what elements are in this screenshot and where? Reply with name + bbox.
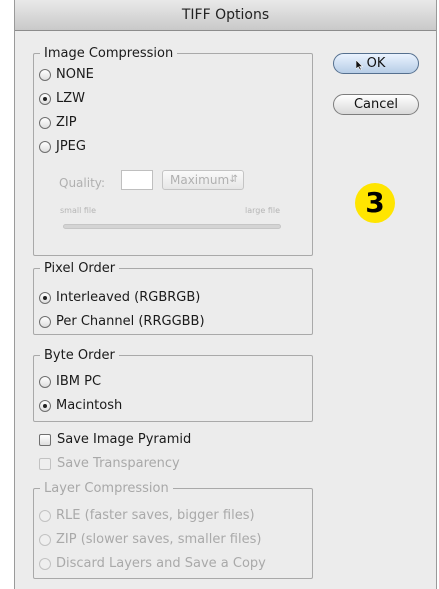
- compression-jpeg-label: JPEG: [56, 139, 86, 154]
- radio-icon: [39, 315, 51, 328]
- layer-compression-zip-label: ZIP (slower saves, smaller files): [56, 532, 262, 547]
- small-file-label: small file: [60, 206, 97, 215]
- radio-selected-icon: [39, 399, 51, 412]
- compression-lzw-radio[interactable]: LZW: [39, 91, 85, 106]
- layer-compression-discard-radio[interactable]: Discard Layers and Save a Copy: [39, 556, 266, 571]
- radio-selected-icon: [39, 92, 51, 105]
- layer-compression-rle-radio[interactable]: RLE (faster saves, bigger files): [39, 508, 255, 523]
- checkbox-icon: [39, 457, 51, 470]
- pixel-order-interleaved-radio[interactable]: Interleaved (RGBRGB): [39, 290, 200, 305]
- quality-select-value: Maximum: [170, 173, 230, 187]
- quality-slider[interactable]: [63, 224, 281, 229]
- byte-order-macintosh-radio[interactable]: Macintosh: [39, 398, 122, 413]
- cancel-button-label: Cancel: [353, 97, 399, 112]
- tiff-options-dialog: TIFF Options Image Compression NONE LZW …: [14, 0, 437, 589]
- radio-icon: [39, 557, 51, 570]
- layer-compression-rle-label: RLE (faster saves, bigger files): [56, 508, 255, 523]
- image-compression-legend: Image Compression: [44, 46, 174, 61]
- radio-icon: [39, 375, 51, 388]
- save-transparency-label: Save Transparency: [57, 456, 180, 471]
- dialog-title: TIFF Options: [15, 0, 436, 31]
- radio-icon: [39, 68, 51, 81]
- compression-none-radio[interactable]: NONE: [39, 67, 94, 82]
- large-file-label: large file: [245, 206, 280, 215]
- compression-none-label: NONE: [56, 67, 94, 82]
- save-image-pyramid-checkbox[interactable]: Save Image Pyramid: [39, 432, 191, 447]
- layer-compression-legend: Layer Compression: [44, 481, 169, 496]
- byte-order-legend: Byte Order: [44, 348, 115, 363]
- compression-zip-label: ZIP: [56, 115, 77, 130]
- pixel-order-legend: Pixel Order: [44, 261, 116, 276]
- pixel-order-per-channel-label: Per Channel (RRGGBB): [56, 314, 205, 329]
- save-image-pyramid-label: Save Image Pyramid: [57, 432, 192, 447]
- ok-button[interactable]: OK: [333, 53, 419, 74]
- pixel-order-per-channel-radio[interactable]: Per Channel (RRGGBB): [39, 314, 205, 329]
- layer-compression-zip-radio[interactable]: ZIP (slower saves, smaller files): [39, 532, 261, 547]
- compression-lzw-label: LZW: [56, 91, 86, 106]
- mouse-pointer-icon: [356, 60, 364, 70]
- pixel-order-interleaved-label: Interleaved (RGBRGB): [56, 290, 201, 305]
- layer-compression-discard-label: Discard Layers and Save a Copy: [56, 556, 266, 571]
- byte-order-ibm-pc-radio[interactable]: IBM PC: [39, 374, 101, 389]
- quality-select[interactable]: Maximum ⇵: [162, 170, 244, 190]
- cancel-button[interactable]: Cancel: [333, 94, 419, 115]
- updown-arrows-icon: ⇵: [229, 174, 238, 185]
- checkbox-icon: [39, 433, 51, 446]
- radio-selected-icon: [39, 291, 51, 304]
- byte-order-macintosh-label: Macintosh: [56, 398, 123, 413]
- compression-zip-radio[interactable]: ZIP: [39, 115, 77, 130]
- compression-jpeg-radio[interactable]: JPEG: [39, 139, 86, 154]
- radio-icon: [39, 140, 51, 153]
- quality-label: Quality:: [59, 176, 106, 190]
- radio-icon: [39, 116, 51, 129]
- radio-icon: [39, 509, 51, 522]
- radio-icon: [39, 533, 51, 546]
- quality-input[interactable]: [121, 170, 153, 190]
- byte-order-ibm-pc-label: IBM PC: [56, 374, 102, 389]
- step-number-badge: 3: [355, 183, 395, 223]
- ok-button-label: OK: [366, 56, 386, 71]
- save-transparency-checkbox[interactable]: Save Transparency: [39, 456, 180, 471]
